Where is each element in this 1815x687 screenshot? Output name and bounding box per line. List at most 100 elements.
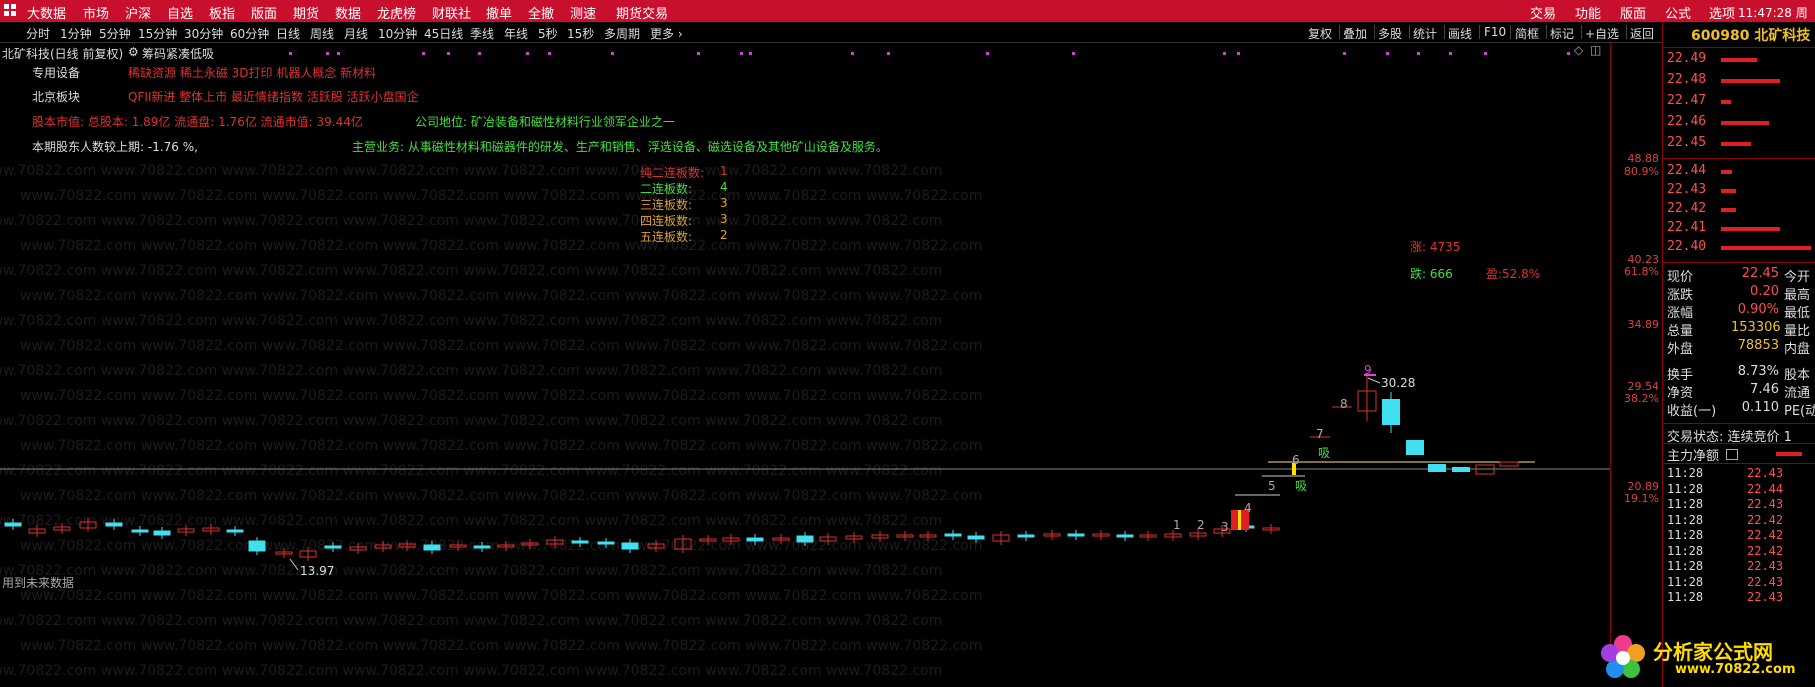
sequence-count: 5: [1268, 479, 1276, 493]
bid-row[interactable]: 22.42: [1663, 201, 1815, 219]
tab-period-multi[interactable]: 多周期: [604, 25, 640, 42]
diamond-icon[interactable]: ◇: [1574, 43, 1583, 57]
limit-stat-value: 3: [720, 212, 728, 226]
flower-logo-icon: [1601, 635, 1645, 678]
main-net-toggle-icon[interactable]: [1726, 449, 1738, 460]
toolbar-adjust-button[interactable]: 复权: [1308, 25, 1332, 42]
menu-item-futures[interactable]: 期货: [293, 3, 319, 22]
bid-row[interactable]: 22.44: [1663, 163, 1815, 181]
sequence-count: 6: [1292, 453, 1300, 467]
menu-right-layout[interactable]: 版面: [1620, 3, 1646, 22]
candle-body: [571, 540, 589, 544]
tab-period-weekly[interactable]: 周线: [310, 25, 334, 42]
tab-period-45day[interactable]: 45日线: [424, 25, 463, 42]
menu-bar: 大数据 市场 沪深 自选 板指 版面 期货 数据 龙虎榜 财联社 撤单 全撤 测…: [0, 0, 1815, 37]
signal-dot: [1386, 52, 1389, 55]
price-axis: 48.88 80.9% 40.23 61.8% 34.89 29.54 38.2…: [1610, 43, 1663, 673]
tab-period-5sec[interactable]: 5秒: [538, 25, 558, 42]
menu-right-function[interactable]: 功能: [1575, 3, 1601, 22]
menu-item-market[interactable]: 市场: [83, 3, 109, 22]
quote-label: 总量: [1667, 324, 1694, 339]
sequence-count: 8: [1340, 397, 1348, 411]
menu-item-cls-news[interactable]: 财联社: [432, 3, 471, 22]
low-price-pointer: [289, 558, 299, 571]
bid-row[interactable]: 22.40: [1663, 239, 1815, 257]
panel-toggle-icon[interactable]: ◫: [1590, 43, 1601, 57]
y-tick-price: 34.89: [1627, 318, 1660, 331]
tab-period-60min[interactable]: 60分钟: [230, 25, 269, 42]
candle-body: [1406, 440, 1424, 455]
ask-row[interactable]: 22.47: [1663, 93, 1815, 111]
y-tick-pct: 38.2%: [1624, 392, 1659, 405]
indicator-name[interactable]: 筹码紧凑低吸: [142, 45, 214, 62]
limit-stat-label: 五连板数:: [640, 230, 693, 244]
menu-right-options[interactable]: 选项: [1709, 3, 1735, 22]
tab-period-monthly[interactable]: 月线: [344, 25, 368, 42]
tab-period-15sec[interactable]: 15秒: [567, 25, 594, 42]
tab-period-quarterly[interactable]: 季线: [470, 25, 494, 42]
limit-stat-value: 4: [720, 180, 728, 194]
ask-row[interactable]: 22.46: [1663, 114, 1815, 132]
toolbar-multi-stock-button[interactable]: 多股: [1378, 25, 1402, 42]
menu-item-bigdata[interactable]: 大数据: [27, 3, 66, 22]
menu-item-data[interactable]: 数据: [335, 3, 361, 22]
menu-item-sector-index[interactable]: 板指: [209, 3, 235, 22]
tick-time: 11:28: [1667, 590, 1704, 604]
bid-row[interactable]: 22.43: [1663, 182, 1815, 200]
quote-label: 涨跌: [1667, 288, 1694, 303]
toolbar-mark-button[interactable]: 标记: [1550, 25, 1574, 42]
low-price-label: 13.97: [300, 564, 335, 578]
tab-period-30min[interactable]: 30分钟: [184, 25, 223, 42]
tab-period-daily[interactable]: 日线: [276, 25, 300, 42]
menu-item-cancel-all[interactable]: 全撤: [528, 3, 554, 22]
tab-period-5min[interactable]: 5分钟: [99, 25, 131, 42]
menu-item-hushen[interactable]: 沪深: [125, 3, 151, 22]
sequence-count: 2: [1197, 518, 1205, 532]
menu-item-watchlist[interactable]: 自选: [167, 3, 193, 22]
ask-row[interactable]: 22.48: [1663, 72, 1815, 90]
ask-row[interactable]: 22.49: [1663, 51, 1815, 69]
sequence-count: 7: [1316, 427, 1324, 441]
future-data-notice: 用到未来数据: [2, 576, 75, 590]
indicator-gear-icon[interactable]: ⚙: [128, 45, 139, 59]
toolbar-overlay-button[interactable]: 叠加: [1343, 25, 1367, 42]
toolbar-draw-button[interactable]: 画线: [1448, 25, 1472, 42]
kline-chart[interactable]: www.70822.com www.70822.com www.70822.co…: [0, 43, 1610, 687]
menu-item-layout[interactable]: 版面: [251, 3, 277, 22]
menu-item-speed-test[interactable]: 测速: [570, 3, 596, 22]
signal-dot: [611, 52, 614, 55]
industry-label: 专用设备: [32, 66, 81, 80]
toolbar-divider: [1510, 25, 1511, 39]
menu-item-cancel-order[interactable]: 撤单: [486, 3, 512, 22]
menu-right-trade[interactable]: 交易: [1530, 3, 1556, 22]
tab-period-yearly[interactable]: 年线: [504, 25, 528, 42]
ask-row[interactable]: 22.45: [1663, 135, 1815, 153]
menu-right-formula[interactable]: 公式: [1665, 3, 1691, 22]
tab-period-more[interactable]: 更多 ›: [650, 25, 683, 42]
market-profit-ratio: 盈:52.8%: [1486, 267, 1541, 281]
app-grid-icon[interactable]: [4, 4, 17, 17]
toolbar-back-button[interactable]: 返回: [1630, 25, 1654, 42]
toolbar-add-watchlist-button[interactable]: +自选: [1585, 25, 1619, 42]
candle-body: [248, 540, 266, 552]
toolbar-divider: [1546, 25, 1547, 39]
signal-dot: [422, 52, 425, 55]
signal-dot: [1072, 52, 1075, 55]
bid-row[interactable]: 22.41: [1663, 220, 1815, 238]
menu-item-dragon-tiger[interactable]: 龙虎榜: [377, 3, 416, 22]
toolbar-stats-button[interactable]: 统计: [1413, 25, 1437, 42]
toolbar-simple-frame-button[interactable]: 简框: [1515, 25, 1539, 42]
tab-period-intraday[interactable]: 分时: [26, 25, 50, 42]
tick-time: 11:28: [1667, 574, 1704, 589]
quote-value: 153306: [1731, 320, 1781, 335]
menu-item-futures-trading[interactable]: 期货交易: [616, 3, 668, 22]
limit-stat-label: 二连板数:: [640, 182, 693, 196]
tab-period-15min[interactable]: 15分钟: [138, 25, 177, 42]
sequence-count: 4: [1244, 501, 1252, 515]
high-price-label: 30.28: [1381, 376, 1416, 390]
toolbar-f10-button[interactable]: F10: [1484, 25, 1506, 39]
tab-period-1min[interactable]: 1分钟: [60, 25, 92, 42]
candle-body: [1428, 464, 1446, 472]
tab-period-10min[interactable]: 10分钟: [378, 25, 417, 42]
tick-price: 22.42: [1747, 528, 1784, 542]
